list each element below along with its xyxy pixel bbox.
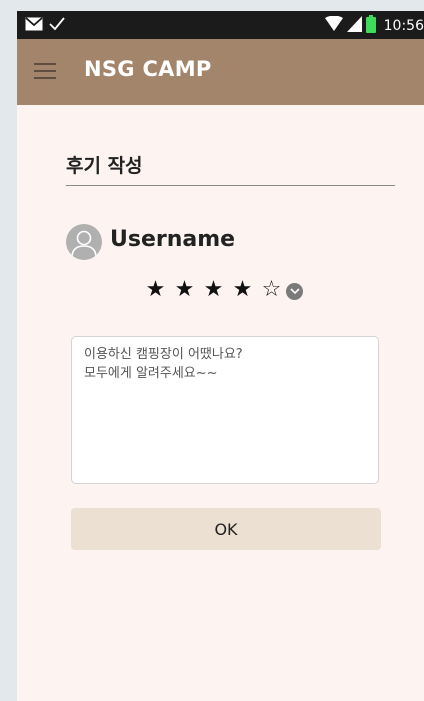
title-divider [66, 185, 395, 186]
phone-screen: 10:56 NSG CAMP 후기 작성 Username ★ ★ ★ ★ ☆ … [17, 11, 424, 701]
status-bar-right: 10:56 [324, 15, 424, 37]
star-filled-icon[interactable]: ★ [173, 277, 196, 303]
star-filled-icon[interactable]: ★ [202, 277, 225, 303]
avatar-icon [66, 224, 102, 260]
battery-icon [365, 15, 376, 37]
wifi-icon [324, 15, 343, 36]
ok-button[interactable]: OK [71, 508, 381, 550]
status-bar-left [25, 16, 65, 35]
app-title: NSG CAMP [84, 57, 212, 81]
page-title: 후기 작성 [66, 155, 143, 177]
check-icon [49, 16, 65, 35]
status-time: 10:56 [383, 18, 424, 34]
status-bar: 10:56 [17, 11, 424, 39]
star-empty-icon[interactable]: ☆ [260, 277, 283, 303]
review-textarea[interactable]: 이용하신 캠핑장이 어땠나요? 모두에게 알려주세요~~ [71, 336, 379, 484]
username: Username [110, 227, 236, 252]
rating-dropdown-icon[interactable] [286, 282, 303, 300]
star-filled-icon[interactable]: ★ [231, 277, 254, 303]
hamburger-menu-icon[interactable] [34, 63, 56, 79]
mail-icon [25, 16, 43, 35]
app-bar: NSG CAMP [17, 39, 424, 105]
star-filled-icon[interactable]: ★ [144, 277, 167, 303]
star-rating[interactable]: ★ ★ ★ ★ ☆ [144, 277, 303, 303]
signal-icon [346, 16, 362, 36]
